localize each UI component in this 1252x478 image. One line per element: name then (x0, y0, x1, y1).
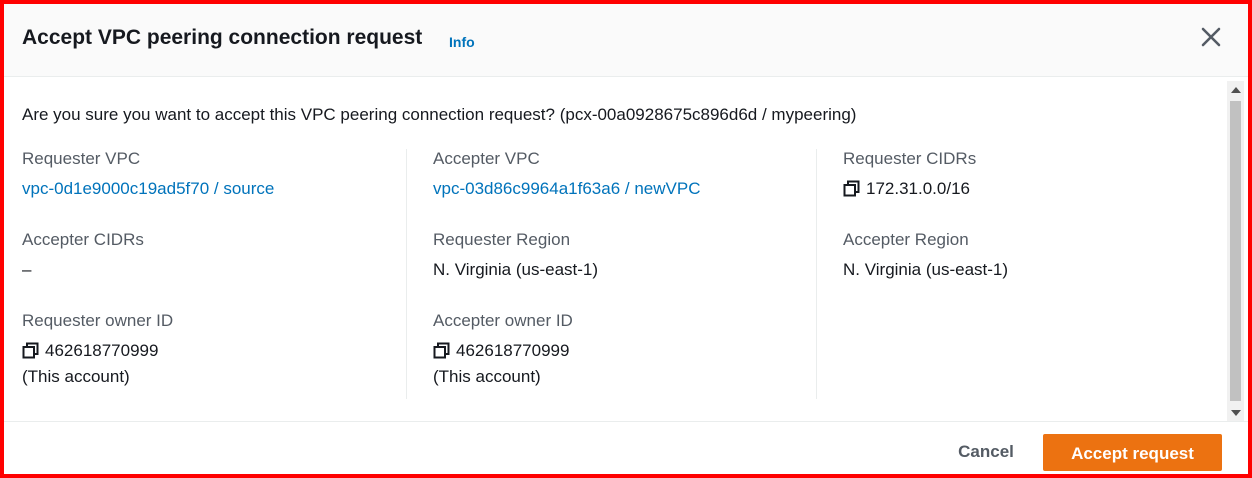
requester-vpc-link[interactable]: vpc-0d1e9000c19ad5f70 / source (22, 178, 274, 200)
accepter-owner-value-row: 462618770999 (433, 340, 573, 365)
accepter-region-label: Accepter Region (843, 230, 969, 249)
accepter-cidrs-value: – (22, 260, 32, 279)
details-column-1: Requester VPC vpc-0d1e9000c19ad5f70 / so… (22, 149, 406, 399)
cancel-button[interactable]: Cancel (936, 438, 1036, 466)
copy-icon[interactable] (433, 342, 450, 365)
requester-cidrs-label: Requester CIDRs (843, 149, 977, 168)
requester-region-label: Requester Region (433, 230, 571, 249)
requester-owner-note: (This account) (22, 367, 130, 386)
requester-owner-field: Requester owner ID 462618770999 (This ac… (22, 311, 173, 389)
requester-cidrs-field: Requester CIDRs 172.31.0.0/16 (843, 149, 976, 203)
modal-footer: Cancel Accept request (4, 421, 1248, 474)
accepter-vpc-link[interactable]: vpc-03d86c9964a1f63a6 / newVPC (433, 178, 700, 200)
requester-owner-value-row: 462618770999 (22, 340, 173, 365)
requester-vpc-field: Requester VPC vpc-0d1e9000c19ad5f70 / so… (22, 149, 274, 200)
modal-header: Accept VPC peering connection request In… (4, 4, 1248, 77)
vertical-scrollbar[interactable] (1227, 81, 1244, 422)
details-column-3: Requester CIDRs 172.31.0.0/16 Accepter R… (816, 149, 1217, 399)
modal-dialog: Accept VPC peering connection request In… (0, 0, 1252, 478)
modal-body: Are you sure you want to accept this VPC… (4, 77, 1248, 419)
requester-region-field: Requester Region N. Virginia (us-east-1) (433, 230, 598, 281)
accepter-cidrs-field: Accepter CIDRs – (22, 230, 144, 281)
modal-title: Accept VPC peering connection request (22, 26, 423, 49)
requester-vpc-label: Requester VPC (22, 149, 141, 168)
copy-icon[interactable] (22, 342, 39, 365)
accepter-region-field: Accepter Region N. Virginia (us-east-1) (843, 230, 1008, 281)
scroll-up-arrow-icon[interactable] (1231, 87, 1241, 93)
details-column-2: Accepter VPC vpc-03d86c9964a1f63a6 / new… (406, 149, 817, 399)
accepter-owner-label: Accepter owner ID (433, 311, 573, 330)
accepter-region-value: N. Virginia (us-east-1) (843, 260, 1009, 279)
confirmation-question: Are you sure you want to accept this VPC… (22, 105, 857, 124)
accepter-vpc-label: Accepter VPC (433, 149, 540, 168)
requester-cidrs-value: 172.31.0.0/16 (866, 179, 970, 198)
accepter-owner-note: (This account) (433, 367, 541, 386)
close-icon (1201, 27, 1221, 47)
accepter-cidrs-label: Accepter CIDRs (22, 230, 144, 249)
close-button[interactable] (1200, 26, 1222, 48)
accept-request-button[interactable]: Accept request (1043, 434, 1222, 471)
copy-icon[interactable] (843, 180, 860, 203)
accepter-owner-id: 462618770999 (456, 341, 570, 360)
scroll-down-arrow-icon[interactable] (1231, 410, 1241, 416)
requester-owner-id: 462618770999 (45, 341, 159, 360)
info-link[interactable]: Info (449, 34, 475, 50)
requester-region-value: N. Virginia (us-east-1) (433, 260, 599, 279)
accepter-vpc-field: Accepter VPC vpc-03d86c9964a1f63a6 / new… (433, 149, 700, 200)
requester-cidrs-value-row: 172.31.0.0/16 (843, 178, 976, 203)
accepter-owner-field: Accepter owner ID 462618770999 (This acc… (433, 311, 573, 389)
requester-owner-label: Requester owner ID (22, 311, 174, 330)
scrollbar-thumb[interactable] (1230, 101, 1241, 401)
